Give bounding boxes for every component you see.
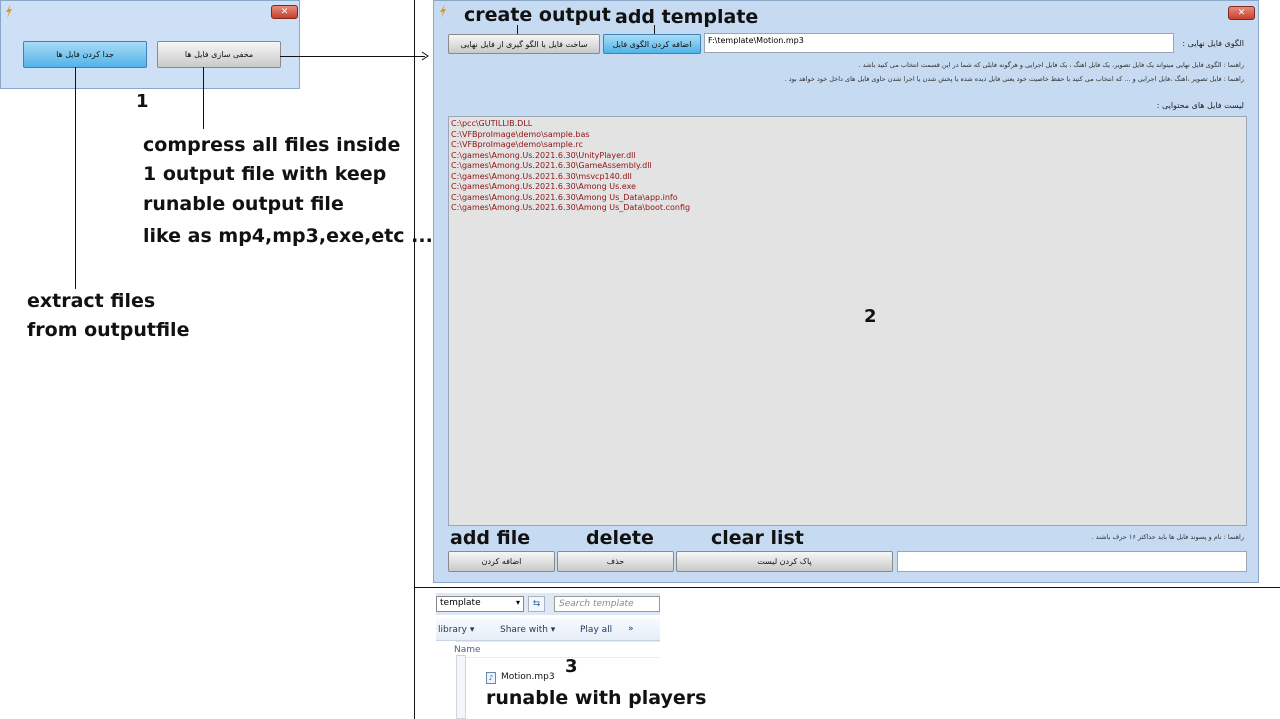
close-button[interactable]: ✕ — [271, 5, 298, 19]
list-item[interactable]: C:\pcc\GUTILLIB.DLL — [451, 119, 690, 130]
list-item[interactable]: C:\games\Among.Us.2021.6.30\GameAssembly… — [451, 161, 690, 172]
close-button[interactable]: ✕ — [1228, 6, 1255, 20]
list-item[interactable]: C:\games\Among.Us.2021.6.30\UnityPlayer.… — [451, 151, 690, 162]
audio-file-icon: ♪ — [486, 672, 496, 684]
compress-note-line-4: like as mp4,mp3,exe,etc ... — [143, 225, 433, 247]
add-template-button[interactable]: اضافه کردن الگوی فایل — [603, 34, 701, 54]
window-2: ✕ ساخت فایل با الگو گیری از فایل نهایی ا… — [433, 0, 1259, 583]
compress-note-line-1: compress all files inside — [143, 134, 401, 156]
scrollbar[interactable] — [456, 655, 466, 719]
library-menu[interactable]: library ▾ — [438, 625, 474, 635]
arrow-head-icon — [421, 51, 429, 61]
create-output-note: create output — [464, 4, 611, 26]
share-with-menu[interactable]: Share with ▾ — [500, 625, 555, 635]
compress-note-line-3: runable output file — [143, 193, 344, 215]
search-input[interactable]: Search template — [554, 596, 660, 612]
clear-list-note: clear list — [711, 527, 804, 549]
file-name[interactable]: Motion.mp3 — [501, 672, 555, 682]
hint-line-2: راهنما : فایل تصویر ،اهنگ ،فایل اجرایی و… — [784, 75, 1244, 83]
add-file-note: add file — [450, 527, 531, 549]
split-files-button[interactable]: جدا کردن فایل ها — [23, 41, 147, 68]
compress-pointer-line — [203, 67, 204, 129]
path-combo[interactable]: template ▾ — [436, 596, 524, 612]
header-divider — [456, 641, 660, 642]
bottom-hint: راهنما : نام و پسوند فایل ها باید حداکثر… — [1091, 533, 1244, 541]
clear-list-button[interactable]: پاک کردن لیست — [676, 551, 893, 572]
content-list-label: لیست فایل های محتوایی : — [1156, 101, 1244, 110]
list-item[interactable]: C:\games\Among.Us.2021.6.30\msvcp140.dll — [451, 172, 690, 183]
extract-note-line-2: from outputfile — [27, 319, 190, 341]
header-divider — [455, 657, 660, 658]
more-icon[interactable]: » — [628, 624, 634, 634]
label-number-2: 2 — [864, 306, 877, 327]
add-template-pointer — [654, 25, 655, 34]
divider-horizontal — [414, 587, 1280, 588]
label-number-1: 1 — [136, 91, 149, 112]
template-path-input[interactable]: F:\template\Motion.mp3 — [704, 33, 1174, 53]
list-item[interactable]: C:\VFBproImage\demo\sample.rc — [451, 140, 690, 151]
refresh-icon[interactable]: ⇆ — [528, 596, 545, 612]
create-output-pointer — [517, 25, 518, 34]
compress-note-line-2: 1 output file with keep — [143, 163, 387, 185]
hide-files-button[interactable]: مخفی سازی فایل ها — [157, 41, 281, 68]
arrow-line — [280, 56, 425, 57]
extract-note-line-1: extract files — [27, 290, 156, 312]
list-item[interactable]: C:\VFBproImage\demo\sample.bas — [451, 130, 690, 141]
add-template-note: add template — [615, 6, 759, 28]
play-all-button[interactable]: Play all — [580, 625, 612, 635]
file-name-input[interactable] — [897, 551, 1247, 572]
extract-pointer-line — [75, 67, 76, 289]
window-1: ✕ جدا کردن فایل ها مخفی سازی فایل ها — [0, 0, 300, 89]
file-list[interactable]: C:\pcc\GUTILLIB.DLL C:\VFBproImage\demo\… — [448, 116, 1247, 526]
toolbar: library ▾ Share with ▾ Play all » — [436, 618, 660, 641]
list-item[interactable]: C:\games\Among.Us.2021.6.30\Among Us_Dat… — [451, 203, 690, 214]
divider-vertical — [414, 0, 415, 719]
create-output-button[interactable]: ساخت فایل با الگو گیری از فایل نهایی — [448, 34, 600, 54]
path-text: template — [440, 598, 481, 608]
hint-line-1: راهنما : الگوی فایل نهایی میتواند یک فای… — [858, 61, 1244, 69]
delete-note: delete — [586, 527, 654, 549]
template-label: الگوی فایل نهایی : — [1182, 39, 1244, 48]
runable-note: runable with players — [486, 687, 707, 709]
list-item[interactable]: C:\games\Among.Us.2021.6.30\Among Us_Dat… — [451, 193, 690, 204]
chevron-down-icon: ▾ — [515, 598, 520, 607]
list-item[interactable]: C:\games\Among.Us.2021.6.30\Among Us.exe — [451, 182, 690, 193]
app-icon — [6, 4, 12, 18]
app-icon — [440, 4, 446, 18]
label-number-3: 3 — [565, 656, 578, 677]
name-column-header[interactable]: Name — [454, 645, 481, 655]
add-file-button[interactable]: اضافه کردن — [448, 551, 555, 572]
delete-button[interactable]: حذف — [557, 551, 674, 572]
